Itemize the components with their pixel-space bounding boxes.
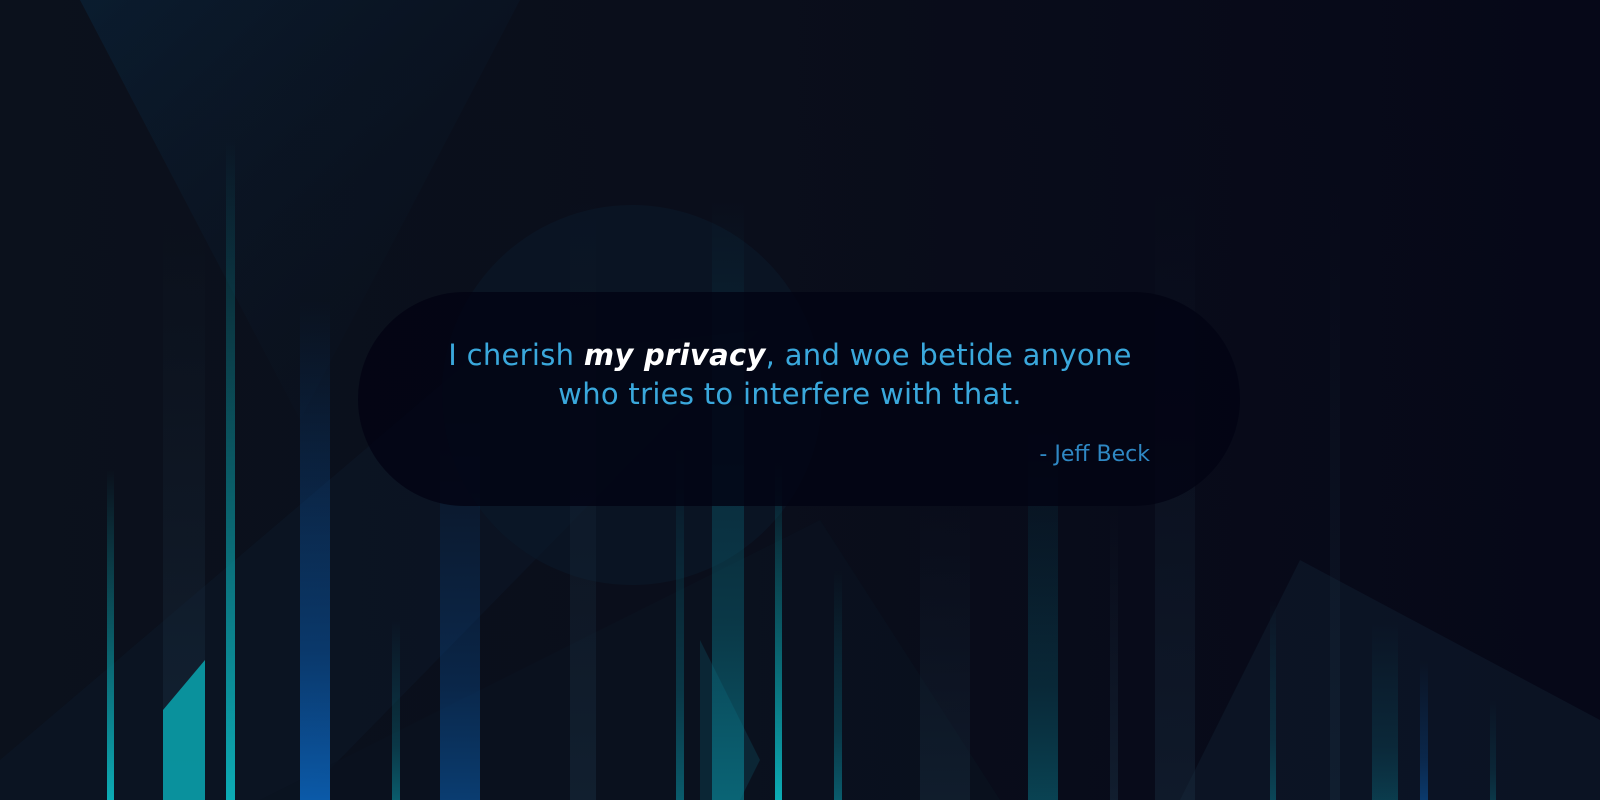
quote-text-line2: who tries to interfere with that. [558,377,1022,411]
quote-text-start: I cherish [448,338,584,372]
quote-emphasis: my privacy [583,338,766,372]
quote-canvas: I cherish my privacy, and woe betide any… [0,0,1600,800]
quote-text-line1-end: , and woe betide anyone [765,338,1132,372]
quote-text: I cherish my privacy, and woe betide any… [420,336,1160,414]
quote-author: - Jeff Beck [1039,442,1150,467]
